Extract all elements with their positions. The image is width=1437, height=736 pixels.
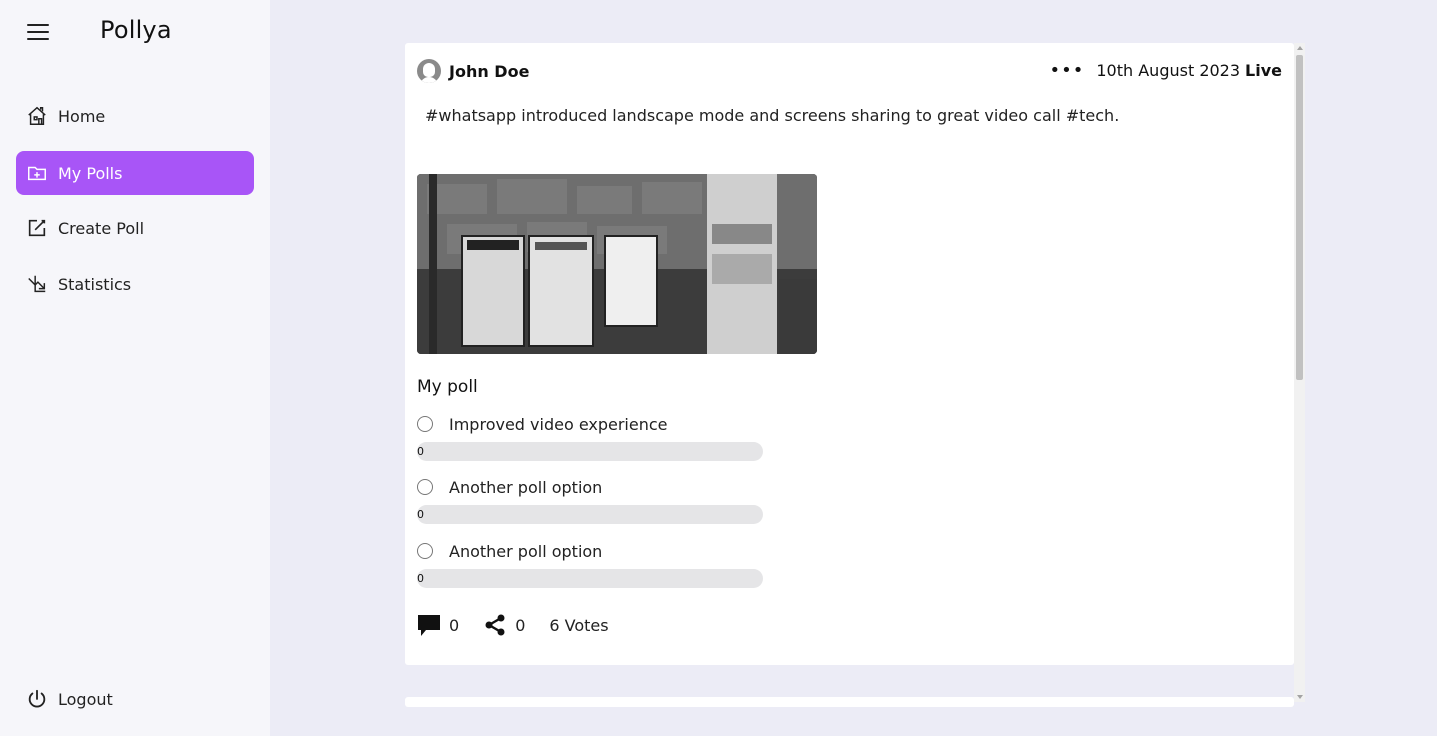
vote-count: 6 Votes	[549, 615, 609, 635]
post-image	[417, 174, 817, 354]
feed-scrollbar[interactable]	[1294, 43, 1305, 702]
poll-option-bar: 0	[417, 569, 763, 588]
share-icon[interactable]	[483, 613, 507, 637]
poll-option-label: Improved video experience	[449, 414, 668, 434]
next-post-card	[405, 697, 1294, 707]
folder-plus-icon	[26, 162, 48, 184]
poll-option-count: 0	[417, 445, 424, 458]
poll-option-radio[interactable]	[417, 479, 433, 495]
comment-icon[interactable]	[417, 613, 441, 637]
post-footer: 0 0 6 Votes	[417, 613, 609, 637]
share-count: 0	[515, 615, 526, 635]
menu-icon[interactable]	[27, 24, 49, 40]
edit-icon	[26, 217, 48, 239]
poll-option-label: Another poll option	[449, 541, 603, 561]
author-name: John Doe	[449, 61, 530, 81]
sidebar-item-home[interactable]: Home	[16, 94, 254, 138]
sidebar: Pollya Home My Polls Create Poll Statist…	[0, 0, 270, 736]
poll-option-radio[interactable]	[417, 416, 433, 432]
poll-option-bar: 0	[417, 505, 763, 524]
sidebar-item-my-polls[interactable]: My Polls	[16, 151, 254, 195]
avatar	[417, 59, 441, 83]
poll-option: Another poll option 0	[417, 540, 763, 588]
poll-option: Improved video experience 0	[417, 413, 763, 461]
sidebar-item-create-poll[interactable]: Create Poll	[16, 206, 254, 250]
sidebar-item-label: Create Poll	[58, 218, 145, 238]
status-badge: Live	[1245, 61, 1282, 80]
poll-option-bar: 0	[417, 442, 763, 461]
chart-arrow-icon	[26, 273, 48, 295]
logout-button[interactable]: Logout	[16, 677, 254, 721]
sidebar-item-label: My Polls	[58, 163, 123, 183]
scrollbar-thumb[interactable]	[1296, 55, 1303, 380]
poll-title: My poll	[417, 377, 478, 397]
sidebar-item-label: Statistics	[58, 274, 132, 294]
poll-option-count: 0	[417, 572, 424, 585]
more-options-icon[interactable]: •••	[1050, 61, 1085, 79]
sidebar-item-statistics[interactable]: Statistics	[16, 262, 254, 306]
scroll-up-icon[interactable]	[1297, 46, 1303, 50]
post-text: #whatsapp introduced landscape mode and …	[425, 106, 1120, 125]
poll-post-card: John Doe ••• 10th August 2023 Live #what…	[405, 43, 1294, 665]
post-meta: ••• 10th August 2023 Live	[1050, 61, 1282, 80]
scroll-down-icon[interactable]	[1297, 695, 1303, 699]
poll-option-label: Another poll option	[449, 477, 603, 497]
comment-count: 0	[449, 615, 460, 635]
poll-option-count: 0	[417, 508, 424, 521]
logout-label: Logout	[58, 689, 113, 709]
post-author[interactable]: John Doe	[417, 59, 529, 83]
sidebar-item-label: Home	[58, 106, 106, 126]
post-date: 10th August 2023	[1096, 61, 1241, 80]
power-icon	[26, 688, 48, 710]
home-icon	[26, 105, 48, 127]
brand-logo: Pollya	[100, 16, 172, 44]
poll-option-radio[interactable]	[417, 543, 433, 559]
poll-option: Another poll option 0	[417, 476, 763, 524]
